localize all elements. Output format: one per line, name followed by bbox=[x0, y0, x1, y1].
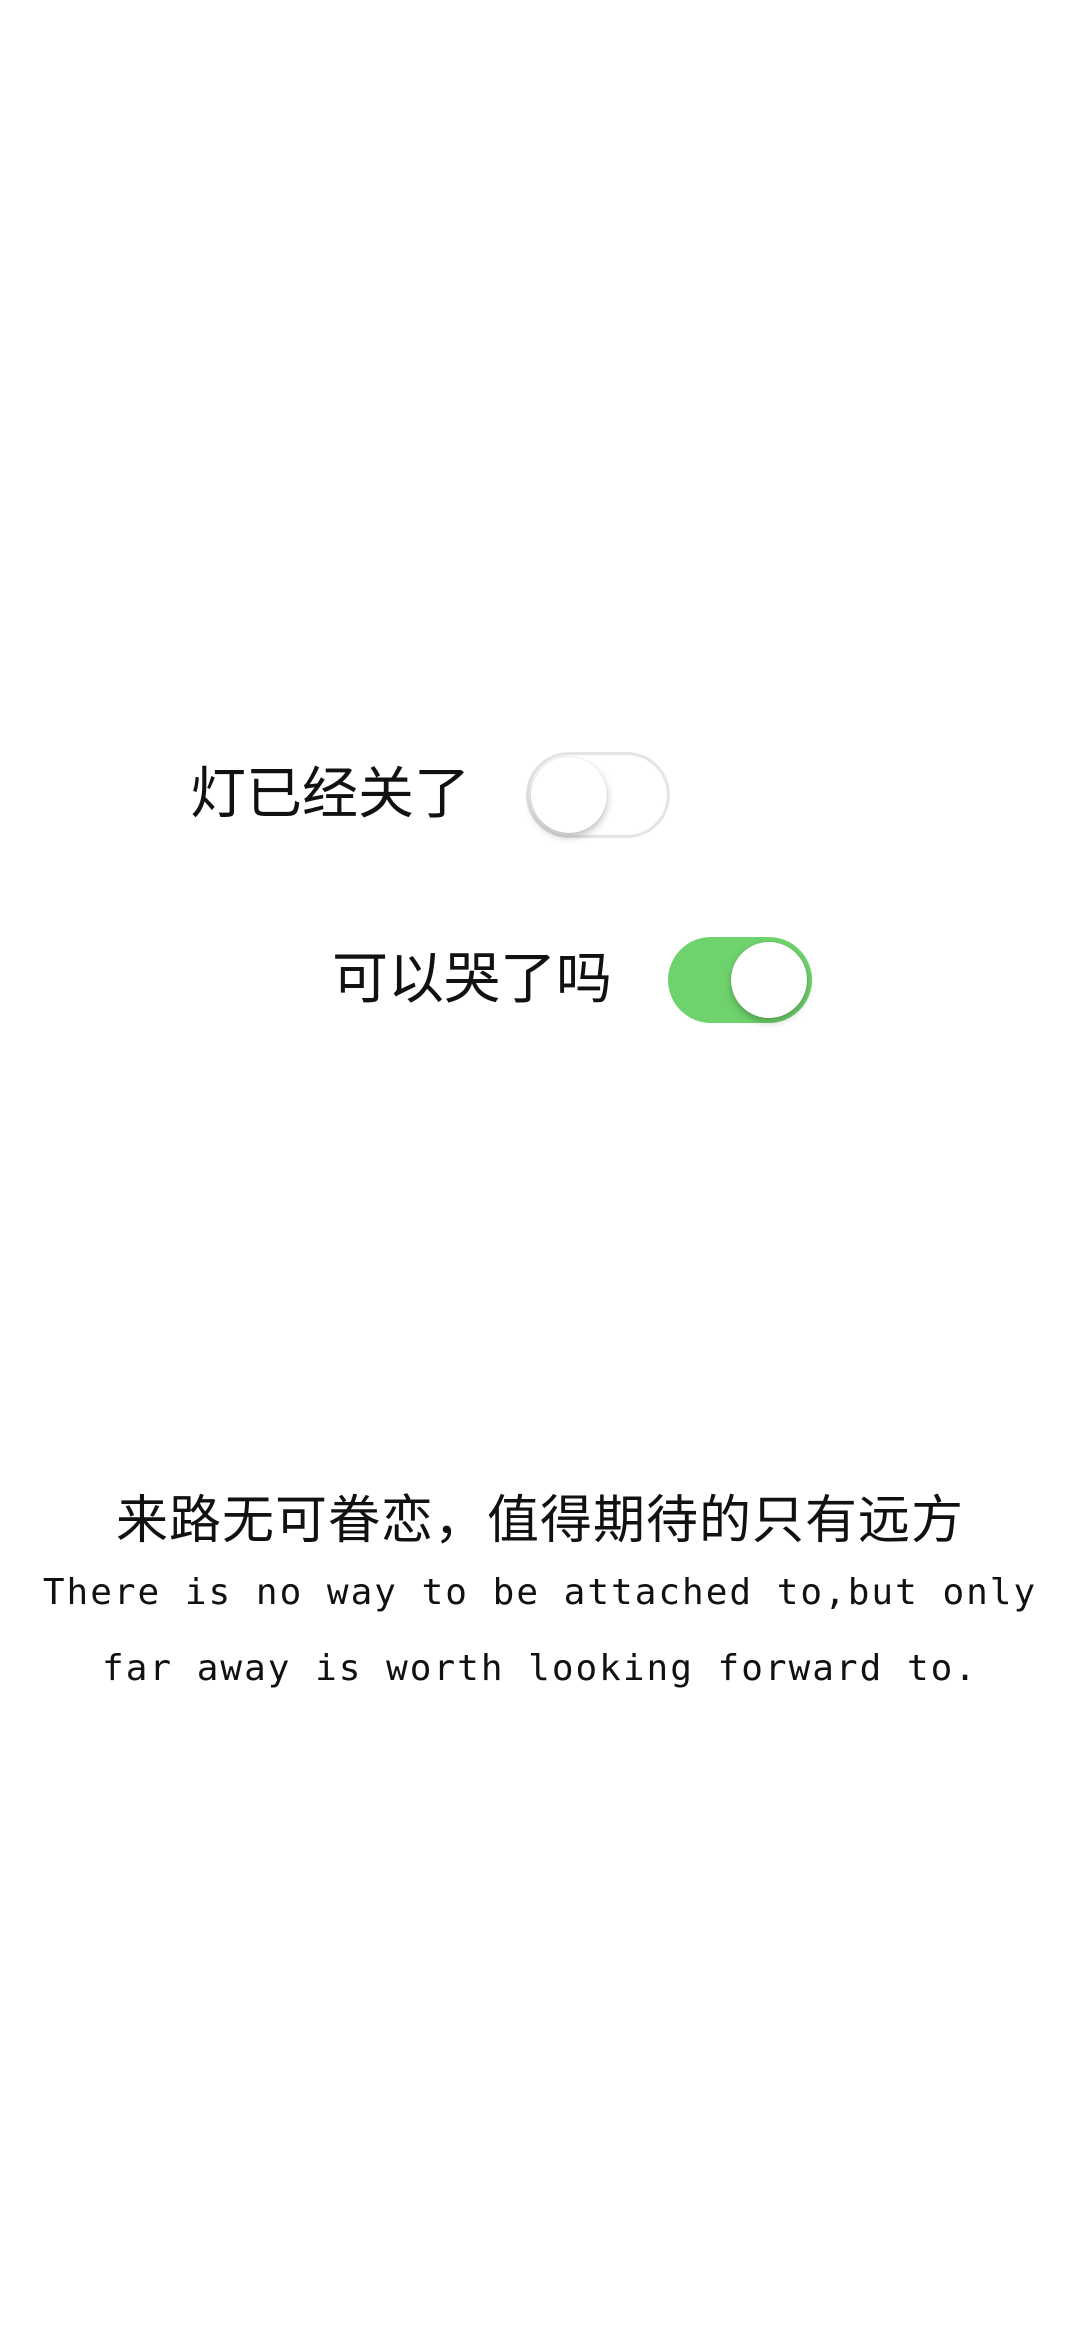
toggle-label-lights-off: 灯已经关了 bbox=[190, 762, 470, 827]
lights-off-toggle[interactable] bbox=[526, 752, 670, 838]
toggle-row-lights-off: 灯已经关了 bbox=[190, 740, 670, 850]
quote-chinese: 来路无可眷恋，值得期待的只有远方 bbox=[115, 1491, 964, 1551]
toggle-knob bbox=[731, 942, 807, 1018]
quote-english-line-1: There is no way to be attached to,but on… bbox=[42, 1572, 1038, 1613]
toggle-label-can-cry: 可以哭了吗 bbox=[332, 947, 612, 1012]
quote-english-line-2: far away is worth looking forward to. bbox=[102, 1648, 978, 1689]
toggle-row-can-cry: 可以哭了吗 bbox=[332, 925, 812, 1035]
can-cry-toggle[interactable] bbox=[668, 937, 812, 1023]
toggle-knob bbox=[531, 757, 607, 833]
